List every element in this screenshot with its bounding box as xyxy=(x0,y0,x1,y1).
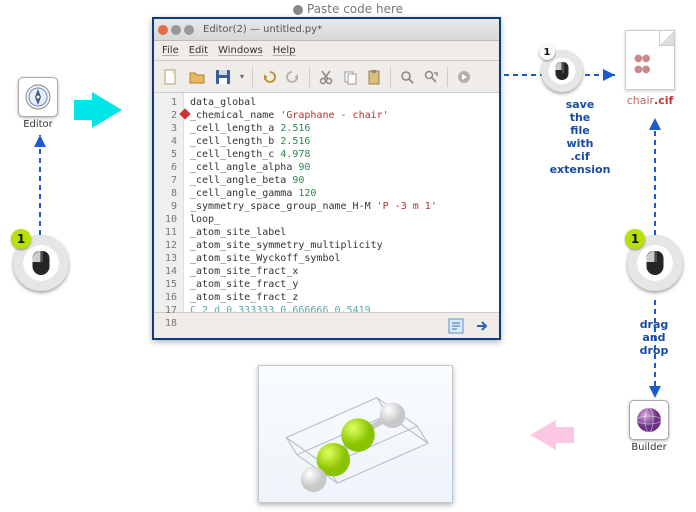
mouse-click-badge-right: 1 xyxy=(627,235,683,291)
paste-code-hint: Paste code here xyxy=(293,2,403,16)
menubar: File Edit Windows Help xyxy=(154,41,499,61)
toolbar: ▾ xyxy=(154,61,499,93)
code-text[interactable]: data_global_chemical_name 'Graphane - ch… xyxy=(184,93,499,312)
status-doc-icon[interactable] xyxy=(447,317,465,335)
menu-help[interactable]: Help xyxy=(273,45,296,56)
save-icon[interactable] xyxy=(214,68,232,86)
builder-label: Builder xyxy=(625,442,673,453)
run-icon[interactable] xyxy=(456,69,472,85)
menu-windows[interactable]: Windows xyxy=(218,45,263,56)
editor-window: Editor(2) — untitled.py* File Edit Windo… xyxy=(152,17,501,340)
cyan-arrow-icon xyxy=(92,92,122,128)
badge-number: 1 xyxy=(11,229,31,249)
file-page-icon: ●●●● xyxy=(625,30,675,90)
builder-sphere-icon xyxy=(629,400,669,440)
statusbar xyxy=(154,312,499,338)
find-icon[interactable] xyxy=(399,69,415,85)
close-icon[interactable] xyxy=(158,25,168,35)
cut-icon[interactable] xyxy=(318,69,334,85)
code-area[interactable]: 123456789101112131415161718 data_global_… xyxy=(154,93,499,312)
molecule-view[interactable] xyxy=(258,365,453,503)
maximize-icon[interactable] xyxy=(184,25,194,35)
drag-annotation: drag and drop xyxy=(629,318,679,357)
compass-icon xyxy=(18,77,58,117)
cif-file-icon[interactable]: ●●●● chair.cif xyxy=(620,30,680,107)
save-dropdown-icon[interactable]: ▾ xyxy=(240,72,244,81)
save-annotation: save the file with .cif extension xyxy=(545,98,615,176)
titlebar: Editor(2) — untitled.py* xyxy=(154,19,499,41)
replace-icon[interactable] xyxy=(423,69,439,85)
minimize-icon[interactable] xyxy=(171,25,181,35)
badge-number: 1 xyxy=(539,44,555,60)
forward-arrow-icon[interactable] xyxy=(473,317,491,335)
pink-arrow-icon xyxy=(530,420,556,450)
builder-app-icon[interactable]: Builder xyxy=(625,400,673,453)
menu-edit[interactable]: Edit xyxy=(189,45,208,56)
open-folder-icon[interactable] xyxy=(188,68,206,86)
file-name: chair.cif xyxy=(620,94,680,107)
undo-icon[interactable] xyxy=(261,69,277,85)
editor-app-icon[interactable]: Editor xyxy=(14,77,62,130)
badge-number: 1 xyxy=(625,229,645,249)
new-file-icon[interactable] xyxy=(162,68,180,86)
mouse-click-badge-left: 1 xyxy=(13,235,69,291)
mouse-click-badge-save: 1 xyxy=(541,50,583,92)
editor-label: Editor xyxy=(14,119,62,130)
redo-icon[interactable] xyxy=(285,69,301,85)
paste-icon[interactable] xyxy=(366,69,382,85)
copy-icon[interactable] xyxy=(342,69,358,85)
molecule-render xyxy=(259,366,452,502)
window-title: Editor(2) — untitled.py* xyxy=(203,24,322,35)
menu-file[interactable]: File xyxy=(162,45,179,56)
line-gutter: 123456789101112131415161718 xyxy=(154,93,184,312)
